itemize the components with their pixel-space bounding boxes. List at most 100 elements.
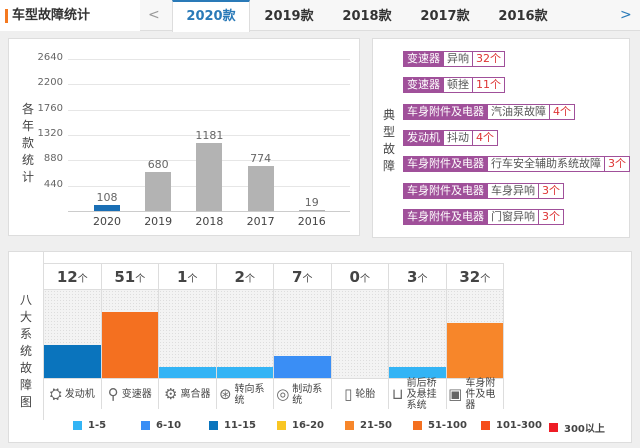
fault-desc: 门窗异响 [488, 208, 539, 225]
system-column[interactable]: 32个 ▣ 车身附件及电器 [446, 263, 504, 411]
system-label: ▣ 车身附件及电器 [446, 378, 503, 411]
fault-count: 3个 [605, 156, 630, 173]
legend-swatch [73, 421, 82, 430]
bar-value: 774 [250, 152, 272, 166]
legend-swatch [481, 421, 490, 430]
system-icon: ⛭ [49, 385, 62, 403]
fault-component: 车身附件及电器 [403, 182, 488, 199]
systems-panel: 八大系统故障图 12个 ⛭ 发动机 51个 ⚲ 变速器 1个 ⚙ 离合器 2个 ⊛ 转向… [8, 251, 632, 443]
system-column[interactable]: 51个 ⚲ 变速器 [101, 263, 159, 410]
system-column[interactable]: 1个 ⚙ 离合器 [159, 263, 217, 409]
legend-swatch [277, 421, 286, 430]
system-bar-area [331, 290, 388, 378]
tab-4[interactable]: 2016款 [484, 0, 562, 31]
fault-item[interactable]: 车身附件及电器 车身异响 3个 [403, 182, 564, 199]
system-bar-area [216, 290, 273, 378]
system-label: ▯ 轮胎 [331, 378, 388, 410]
next-arrow-icon[interactable]: > [620, 0, 632, 31]
tab-0[interactable]: 2020款 [172, 0, 250, 32]
system-bar [216, 367, 273, 378]
system-label: ◎ 制动系统 [274, 378, 331, 410]
system-count: 3个 [389, 264, 446, 290]
fault-item[interactable]: 变速器 异响 32个 [403, 51, 505, 67]
gridline [68, 59, 350, 60]
legend-item: 11-15 [209, 420, 256, 431]
system-column[interactable]: 12个 ⛭ 发动机 [44, 263, 102, 409]
fault-item[interactable]: 变速器 顿挫 11个 [403, 77, 505, 94]
system-bar [159, 367, 216, 378]
bar-2016[interactable] [298, 209, 325, 211]
x-tick: 2017 [246, 215, 275, 228]
system-icon: ⊛ [218, 385, 232, 403]
x-tick: 2018 [195, 215, 224, 228]
x-tick: 2019 [144, 215, 173, 228]
fault-count: 32个 [473, 51, 505, 67]
prev-arrow-icon[interactable]: < [148, 0, 160, 31]
system-count: 7个 [274, 264, 331, 290]
bar-2020[interactable] [94, 204, 120, 211]
fault-count: 4个 [473, 129, 498, 146]
fault-component: 变速器 [403, 51, 444, 67]
system-count: 32个 [446, 264, 503, 290]
tab-2[interactable]: 2018款 [328, 0, 406, 31]
system-bar-area [101, 290, 158, 378]
year-chart-panel: 各年款统计 440 880 1320 1760 2200 2640 108 2020 680 20… [8, 38, 360, 236]
system-icon: ⚲ [107, 385, 119, 403]
fault-item[interactable]: 车身附件及电器 门窗异响 3个 [403, 208, 564, 225]
legend-swatch [141, 421, 150, 430]
system-column[interactable]: 2个 ⊛ 转向系统 [216, 263, 274, 410]
legend-item: 16-20 [277, 420, 324, 431]
system-label: ⛭ 发动机 [44, 378, 101, 410]
fault-item[interactable]: 车身附件及电器 行车安全辅助系统故障 3个 [403, 156, 630, 173]
legend-swatch [549, 423, 558, 432]
y-tick: 2640 [37, 52, 63, 63]
system-bar-area [44, 290, 101, 378]
fault-component: 发动机 [403, 129, 444, 146]
legend-item: 101-300 [481, 420, 542, 431]
fault-desc: 行车安全辅助系统故障 [488, 156, 605, 173]
bar-2019[interactable] [145, 171, 172, 211]
fault-count: 3个 [539, 208, 564, 225]
legend-swatch [345, 421, 354, 430]
fault-item[interactable]: 发动机 抖动 4个 [403, 129, 498, 146]
legend-swatch [209, 421, 218, 430]
tab-1[interactable]: 2019款 [250, 0, 328, 31]
legend-item: 6-10 [141, 420, 181, 431]
system-bar [101, 312, 158, 378]
fault-count: 3个 [539, 182, 564, 199]
system-count: 2个 [216, 264, 273, 290]
system-label: ⚲ 变速器 [101, 378, 158, 410]
fault-desc: 顿挫 [444, 77, 473, 94]
legend-item: 51-100 [413, 420, 467, 431]
system-column[interactable]: 7个 ◎ 制动系统 [274, 263, 332, 409]
tab-3[interactable]: 2017款 [406, 0, 484, 31]
fault-desc: 车身异响 [488, 182, 539, 199]
bar-2018[interactable] [196, 143, 223, 211]
system-count: 12个 [44, 264, 101, 290]
fault-component: 车身附件及电器 [403, 103, 488, 120]
system-column[interactable]: 3个 ⊔ 前后桥及悬挂系统 [389, 263, 447, 411]
system-label: ⊛ 转向系统 [216, 378, 273, 410]
fault-count: 4个 [550, 103, 575, 120]
system-bar-area [446, 290, 503, 378]
system-bar [389, 367, 446, 378]
system-icon: ▣ [448, 385, 463, 403]
legend-item: 300以上 [549, 420, 605, 435]
system-bar-area [274, 290, 331, 378]
system-icon: ⊔ [391, 385, 404, 403]
fault-desc: 汽油泵故障 [488, 103, 550, 120]
fault-desc: 异响 [444, 51, 473, 67]
fault-component: 车身附件及电器 [403, 156, 488, 173]
fault-count: 11个 [473, 77, 505, 94]
fault-desc: 抖动 [444, 129, 473, 146]
bar-2017[interactable] [247, 166, 274, 211]
system-bar-area [159, 290, 216, 378]
system-column[interactable]: 0个 ▯ 轮胎 [331, 263, 389, 410]
fault-item[interactable]: 车身附件及电器 汽油泵故障 4个 [403, 103, 575, 120]
x-axis [68, 211, 350, 212]
y-tick: 1320 [37, 128, 63, 139]
typical-faults-panel: 典型故障 变速器 异响 32个 变速器 顿挫 11个 车身附件及电器 汽油泵故障 4个 发动机 抖动… [372, 38, 630, 238]
y-tick: 880 [43, 153, 63, 165]
section-title: 车型故障统计 [0, 0, 140, 31]
system-bar [274, 356, 331, 378]
